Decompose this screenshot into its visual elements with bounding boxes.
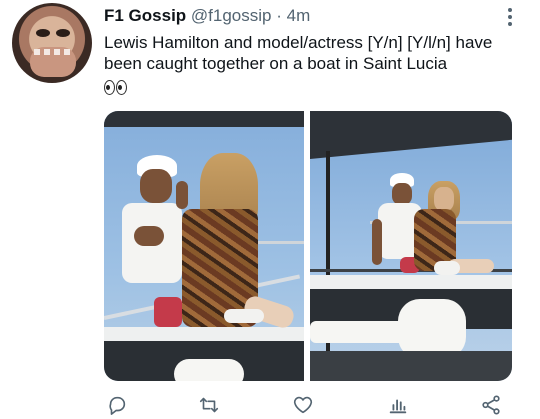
- separator-dot: ·: [276, 6, 282, 25]
- reply-icon[interactable]: [106, 394, 128, 416]
- photo-2[interactable]: [310, 111, 512, 381]
- heart-icon[interactable]: [292, 394, 314, 416]
- avatar-eye: [36, 29, 50, 37]
- tweet-media[interactable]: [104, 111, 512, 381]
- tweet-actions: [104, 394, 512, 416]
- author-handle[interactable]: @f1gossip: [191, 6, 272, 25]
- tweet-timestamp[interactable]: 4m: [287, 6, 311, 25]
- analytics-icon[interactable]: [387, 394, 409, 416]
- author-name[interactable]: F1 Gossip: [104, 6, 186, 25]
- avatar-eye: [56, 29, 70, 37]
- tweet-text: Lewis Hamilton and model/actress [Y/n] […: [104, 32, 524, 97]
- tweet-body: Lewis Hamilton and model/actress [Y/n] […: [104, 33, 493, 73]
- more-options-icon[interactable]: [502, 6, 518, 28]
- tweet-header: F1 Gossip @f1gossip · 4m: [104, 6, 310, 26]
- avatar[interactable]: [12, 3, 92, 83]
- avatar-nails: [34, 49, 70, 55]
- photo-1[interactable]: [104, 111, 304, 381]
- retweet-icon[interactable]: [198, 394, 220, 416]
- eyes-emoji-icon: [104, 76, 128, 97]
- share-icon[interactable]: [480, 394, 502, 416]
